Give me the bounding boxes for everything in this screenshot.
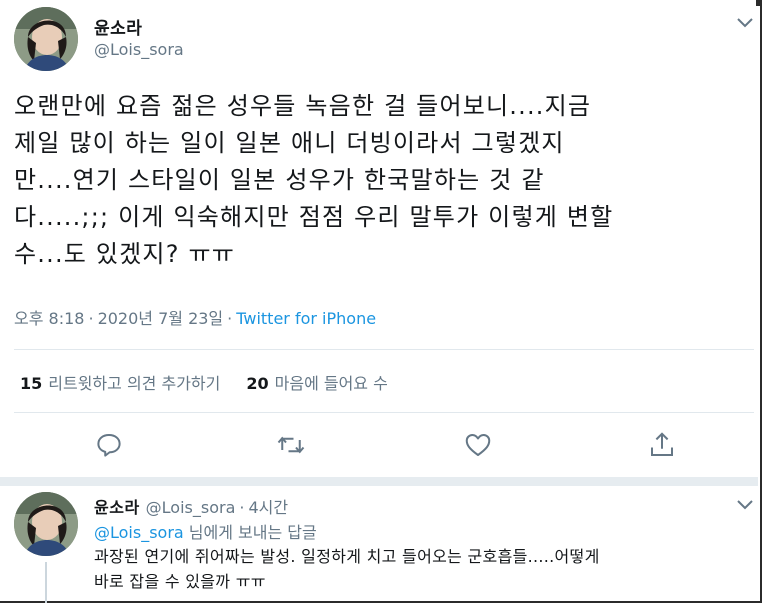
chevron-down-icon[interactable]	[735, 16, 755, 30]
retweet-icon[interactable]	[276, 430, 306, 460]
chevron-down-icon[interactable]	[735, 498, 755, 512]
tweet-time[interactable]: 오후 8:18	[14, 309, 84, 328]
reply-header: 윤소라 @Lois_sora · 4시간	[94, 494, 288, 518]
likes-count: 20	[246, 374, 269, 393]
display-name[interactable]: 윤소라	[94, 14, 142, 39]
tweet-stats: 15 리트윗하고 의견 추가하기 20 마음에 들어요 수	[20, 370, 388, 394]
tweet-source-link[interactable]: Twitter for iPhone	[236, 309, 376, 328]
reply-tweet[interactable]: 윤소라 @Lois_sora · 4시간 @Lois_sora 님에게 보내는 답글 …	[0, 486, 758, 603]
thread-line	[45, 562, 47, 603]
divider	[14, 349, 754, 350]
header-separator: ·	[239, 498, 245, 517]
frame-corner	[756, 0, 762, 6]
share-icon[interactable]	[647, 430, 677, 460]
user-handle[interactable]: @Lois_sora	[94, 40, 184, 59]
user-handle[interactable]: @Lois_sora	[146, 498, 236, 517]
divider	[14, 412, 754, 413]
section-divider	[0, 477, 758, 486]
heart-icon[interactable]	[463, 430, 493, 460]
tweet-text: 오랜만에 요즘 젊은 성우들 녹음한 걸 들어보니....지금 제일 많이 하는…	[14, 92, 614, 268]
tweet-actions	[0, 430, 758, 462]
likes-label: 마음에 들어요 수	[274, 374, 388, 393]
mention-link[interactable]: @Lois_sora	[94, 523, 184, 542]
likes-stat[interactable]: 20 마음에 들어요 수	[246, 374, 387, 393]
avatar[interactable]	[14, 492, 78, 556]
tweet-date[interactable]: 2020년 7월 23일	[98, 309, 224, 328]
retweets-label: 리트윗하고 의견 추가하기	[48, 374, 221, 393]
reply-icon[interactable]	[94, 430, 124, 460]
replying-to: @Lois_sora 님에게 보내는 답글	[94, 519, 317, 543]
retweets-stat[interactable]: 15 리트윗하고 의견 추가하기	[20, 374, 220, 393]
avatar[interactable]	[14, 7, 78, 71]
tweet-meta: 오후 8:18 · 2020년 7월 23일 · Twitter for iPhone	[14, 305, 376, 329]
replying-to-suffix: 님에게 보내는 답글	[183, 523, 317, 542]
meta-separator: ·	[88, 309, 94, 328]
reply-text: 과장된 연기에 쥐어짜는 발성. 일정하게 치고 들어오는 군호흡들.....어…	[94, 547, 600, 591]
meta-separator: ·	[227, 309, 233, 328]
display-name[interactable]: 윤소라	[94, 498, 140, 517]
retweets-count: 15	[20, 374, 43, 393]
reply-age[interactable]: 4시간	[248, 498, 288, 517]
